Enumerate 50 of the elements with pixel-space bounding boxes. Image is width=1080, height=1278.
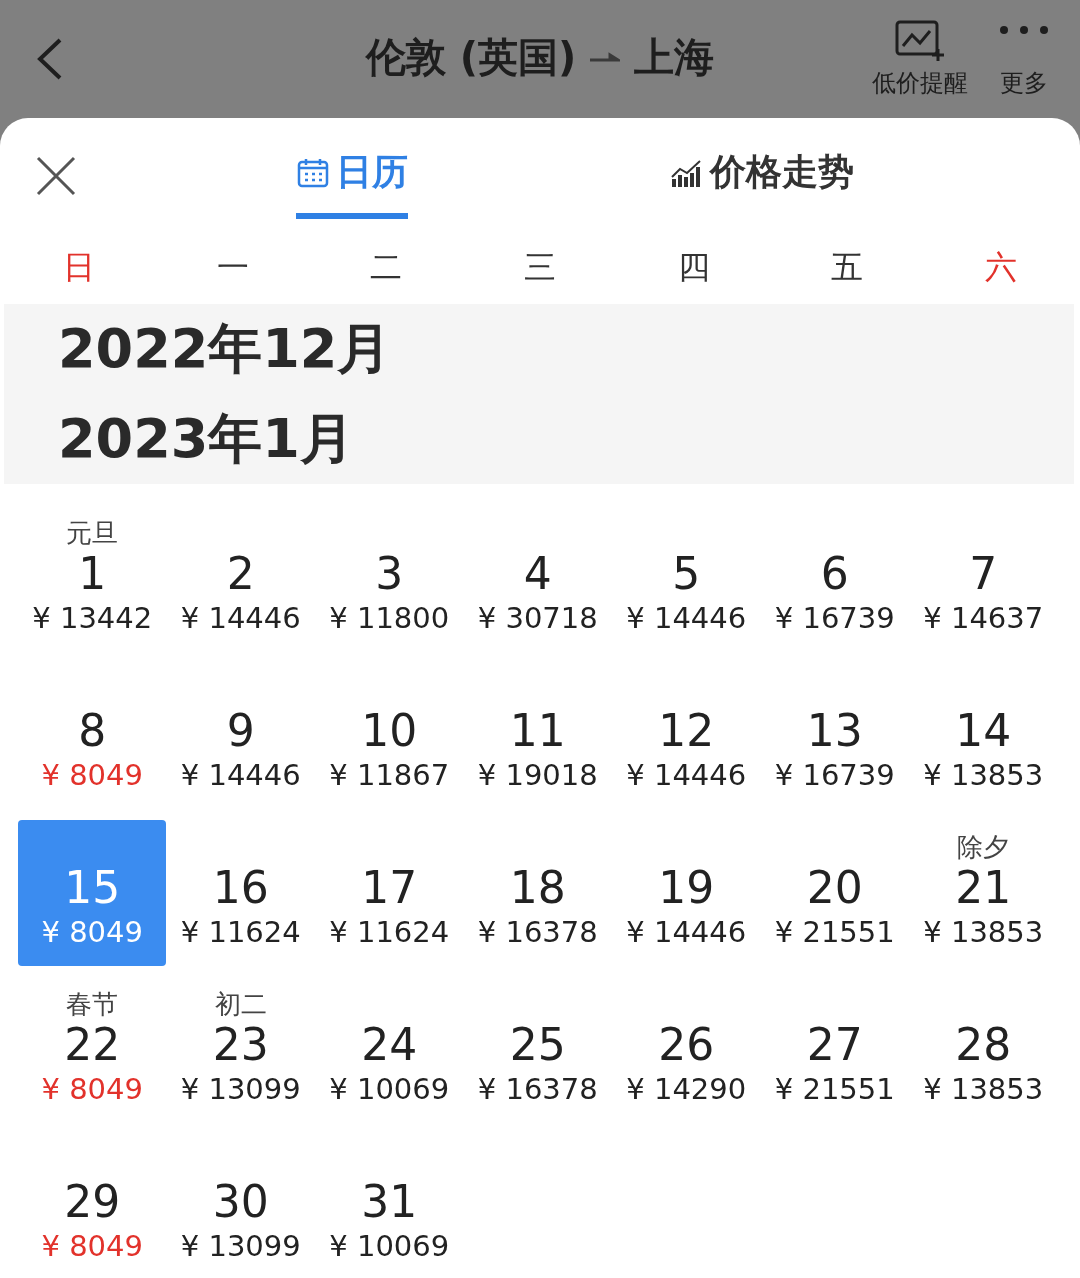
calendar-day[interactable]: 7 ¥ 14637 xyxy=(909,506,1058,652)
close-icon[interactable] xyxy=(34,154,78,198)
header-action-button[interactable]: 低价提醒 xyxy=(872,19,968,99)
calendar-icon xyxy=(296,156,330,189)
weekday-label: 一 xyxy=(215,247,250,288)
calendar-day[interactable]: 30 ¥ 13099 xyxy=(166,1134,315,1278)
arrow-icon xyxy=(590,51,621,64)
calendar-day[interactable]: 除夕 21 ¥ 13853 xyxy=(909,820,1058,966)
chart-plus-icon xyxy=(894,19,946,63)
calendar-day[interactable]: 19 ¥ 14446 xyxy=(612,820,761,966)
month-title: 2022年12月 xyxy=(58,315,393,382)
calendar-day[interactable]: 初二 23 ¥ 13099 xyxy=(166,977,315,1123)
calendar-day[interactable]: 春节 22 ¥ 8049 xyxy=(18,977,167,1123)
calendar-day[interactable]: 25 ¥ 16378 xyxy=(463,977,612,1123)
weekday-label: 三 xyxy=(523,247,557,288)
calendar-day[interactable]: 24 ¥ 10069 xyxy=(315,977,464,1123)
tab[interactable]: 日历 xyxy=(296,148,408,219)
calendar-day[interactable]: 31 ¥ 10069 xyxy=(315,1134,464,1278)
calendar-day[interactable]: 14 ¥ 13853 xyxy=(909,663,1058,809)
header-action-button[interactable]: 更多 xyxy=(998,19,1050,99)
calendar-day[interactable]: 16 ¥ 11624 xyxy=(166,820,315,966)
calendar-day[interactable]: 29 ¥ 8049 xyxy=(18,1134,167,1278)
calendar-day[interactable]: 6 ¥ 16739 xyxy=(760,506,909,652)
calendar-day[interactable]: 10 ¥ 11867 xyxy=(315,663,464,809)
calendar-day[interactable]: 18 ¥ 16378 xyxy=(463,820,612,966)
calendar-day[interactable]: 27 ¥ 21551 xyxy=(760,977,909,1123)
calendar-day[interactable]: 元旦 1 ¥ 13442 xyxy=(18,506,167,652)
weekday-label: 五 xyxy=(830,247,865,288)
weekday-label: 六 xyxy=(984,247,1019,288)
calendar-day[interactable]: 26 ¥ 14290 xyxy=(612,977,761,1123)
tab[interactable]: 价格走势 xyxy=(670,148,854,213)
calendar-day[interactable]: 11 ¥ 19018 xyxy=(463,663,612,809)
weekday-label: 四 xyxy=(676,247,711,288)
month-title: 2023年1月 xyxy=(58,405,355,472)
calendar-day[interactable]: 28 ¥ 13853 xyxy=(909,977,1058,1123)
calendar-day[interactable]: 4 ¥ 30718 xyxy=(463,506,612,652)
calendar-day[interactable]: 20 ¥ 21551 xyxy=(760,820,909,966)
calendar-day[interactable]: 9 ¥ 14446 xyxy=(166,663,315,809)
calendar-day[interactable]: 12 ¥ 14446 xyxy=(612,663,761,809)
calendar-day[interactable]: 8 ¥ 8049 xyxy=(18,663,167,809)
calendar-day[interactable]: 5 ¥ 14446 xyxy=(612,506,761,652)
calendar-day[interactable]: 17 ¥ 11624 xyxy=(315,820,464,966)
route-destination: 上海 xyxy=(634,33,715,82)
calendar-day[interactable]: 3 ¥ 11800 xyxy=(315,506,464,652)
weekday-label: 二 xyxy=(369,247,404,288)
calendar-day[interactable]: 13 ¥ 16739 xyxy=(760,663,909,809)
route-origin: 伦敦 (英国) xyxy=(365,33,577,82)
weekday-label: 日 xyxy=(61,247,96,288)
calendar-day[interactable]: 2 ¥ 14446 xyxy=(166,506,315,652)
more-icon xyxy=(998,25,1050,35)
